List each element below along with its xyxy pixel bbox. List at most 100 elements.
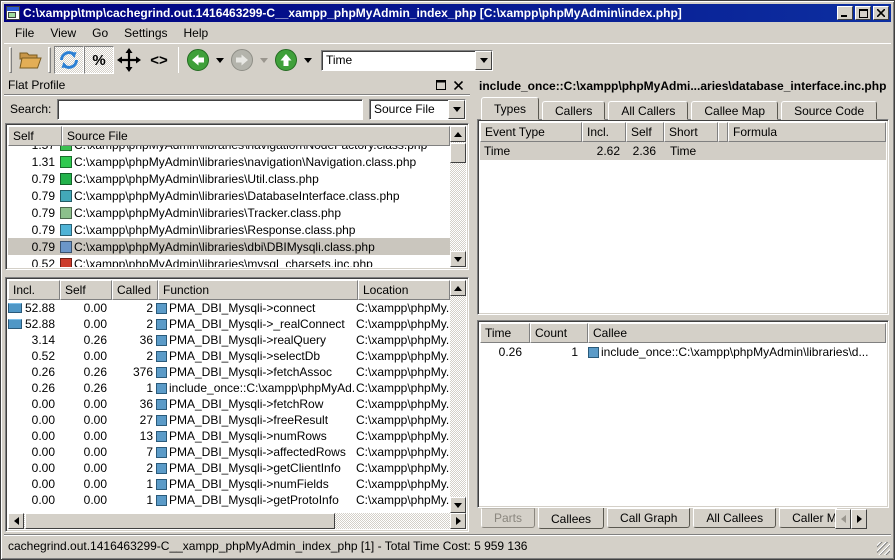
self-value: 0.26 [58,365,110,379]
tab-callee-map[interactable]: Callee Map [691,101,778,120]
column-header-self[interactable]: Self [626,122,664,142]
up-dropdown-icon[interactable] [304,58,312,63]
close-dock-button[interactable] [451,78,466,92]
function-row[interactable]: 0.000.0036PMA_DBI_Mysqli->fetchRowC:\xam… [8,396,450,412]
function-row[interactable]: 0.260.261include_once::C:\xampp\phpMyAd.… [8,380,450,396]
column-header-count[interactable]: Count [530,323,588,343]
toolbar-grip[interactable] [9,47,12,73]
menu-help[interactable]: Help [177,24,216,42]
forward-button[interactable] [227,46,257,74]
column-header-function[interactable]: Function [158,280,358,300]
source-file-row[interactable]: 1.31C:\xampp\phpMyAdmin\libraries\naviga… [8,153,450,170]
column-header-callee[interactable]: Callee [588,323,886,343]
column-header-time[interactable]: Time [480,323,530,343]
search-row: Search: Source File [4,95,470,123]
callee-row[interactable]: 0.261include_once::C:\xampp\phpMyAdmin\l… [480,343,886,361]
close-button[interactable] [873,6,889,20]
source-file-row[interactable]: 0.52C:\xampp\phpMyAdmin\libraries\mysql_… [8,255,450,267]
open-file-button[interactable] [15,46,45,74]
scroll-left-button[interactable] [8,513,24,529]
maximize-button[interactable] [855,6,871,20]
back-button[interactable] [183,46,213,74]
column-header-event-type[interactable]: Event Type [480,122,582,142]
function-icon [156,351,167,362]
resize-grip-icon[interactable] [877,542,890,555]
function-row[interactable]: 0.260.26376PMA_DBI_Mysqli->fetchAssocC:\… [8,364,450,380]
scroll-thumb[interactable] [25,513,335,529]
function-row[interactable]: 52.880.002PMA_DBI_Mysqli->_realConnectC:… [8,316,450,332]
float-dock-button[interactable] [433,78,448,92]
scroll-up-button[interactable] [450,280,466,296]
title-bar[interactable]: C:\xampp\tmp\cachegrind.out.1416463299-C… [4,4,891,22]
functions-hscrollbar[interactable] [8,513,466,529]
tabs-scroll-left-button [835,509,851,529]
column-header-short[interactable]: Short [664,122,718,142]
self-value: 2.36 [624,144,660,158]
column-header-formula[interactable]: Formula [728,122,886,142]
tabs-scroll-right-button[interactable] [851,509,867,529]
menu-view[interactable]: View [43,24,83,42]
function-row[interactable]: 52.880.002PMA_DBI_Mysqli->connectC:\xamp… [8,300,450,316]
minimize-button[interactable] [837,6,853,20]
percent-toggle-button[interactable]: % [84,46,114,74]
grouping-combobox[interactable]: Source File [369,99,466,120]
function-row[interactable]: 0.000.001PMA_DBI_Mysqli->getProtoInfoC:\… [8,492,450,508]
scroll-down-button[interactable] [450,497,466,513]
up-button[interactable] [271,46,301,74]
function-row[interactable]: 0.000.007PMA_DBI_Mysqli->affectedRowsC:\… [8,444,450,460]
flat-profile-title: Flat Profile [8,78,430,92]
cycle-detection-button[interactable]: <> [144,46,174,74]
column-header-self[interactable]: Self [60,280,112,300]
tab-source-code[interactable]: Source Code [781,101,877,120]
source-file-row[interactable]: 1.57C:\xampp\phpMyAdmin\libraries\naviga… [8,146,450,153]
function-row[interactable]: 0.000.002PMA_DBI_Mysqli->getClientInfoC:… [8,460,450,476]
source-file-row[interactable]: 0.79C:\xampp\phpMyAdmin\libraries\Respon… [8,221,450,238]
scroll-up-button[interactable] [450,126,466,142]
function-name: include_once::C:\xampp\phpMyAd... [156,381,356,395]
event-type-combobox[interactable]: Time [321,50,493,71]
column-header-self[interactable]: Self [8,126,62,146]
source-file-row[interactable]: 0.79C:\xampp\phpMyAdmin\libraries\Databa… [8,187,450,204]
function-icon [156,303,167,314]
toolbar-grip-2[interactable] [48,47,51,73]
source-file-path: C:\xampp\phpMyAdmin\libraries\Response.c… [74,223,355,237]
horizontal-splitter[interactable] [4,270,470,277]
function-row[interactable]: 0.000.0027PMA_DBI_Mysqli->freeResultC:\x… [8,412,450,428]
grouping-dropdown-button[interactable] [448,100,465,119]
function-row[interactable]: 0.000.001PMA_DBI_Mysqli->numFieldsC:\xam… [8,476,450,492]
functions-vscrollbar[interactable] [450,280,466,513]
tab-callees[interactable]: Callees [538,508,604,529]
menu-file[interactable]: File [8,24,41,42]
tab-all-callers[interactable]: All Callers [608,101,688,120]
tab-call-graph[interactable]: Call Graph [607,508,690,528]
source-file-row[interactable]: 0.79C:\xampp\phpMyAdmin\libraries\dbi\DB… [8,238,450,255]
column-header-incl[interactable]: Incl. [582,122,626,142]
function-row[interactable]: 3.140.2636PMA_DBI_Mysqli->realQueryC:\xa… [8,332,450,348]
source-files-vscrollbar[interactable] [450,126,466,267]
tab-caller-map[interactable]: Caller Map [779,508,837,528]
source-file-row[interactable]: 0.79C:\xampp\phpMyAdmin\libraries\Util.c… [8,170,450,187]
tab-all-callees[interactable]: All Callees [693,508,776,528]
scroll-right-button[interactable] [450,513,466,529]
back-dropdown-icon[interactable] [216,58,224,63]
expand-button[interactable] [114,46,144,74]
column-header-location[interactable]: Location [358,280,450,300]
scroll-thumb[interactable] [450,143,466,163]
tab-callers[interactable]: Callers [542,101,605,120]
menu-go[interactable]: Go [85,24,115,42]
source-file-row[interactable]: 0.79C:\xampp\phpMyAdmin\libraries\Tracke… [8,204,450,221]
function-row[interactable]: 0.520.002PMA_DBI_Mysqli->selectDbC:\xamp… [8,348,450,364]
function-row[interactable]: 0.000.0013PMA_DBI_Mysqli->numRowsC:\xamp… [8,428,450,444]
tab-types[interactable]: Types [481,97,539,120]
column-header-incl[interactable]: Incl. [8,280,60,300]
reload-toggle-button[interactable] [54,46,84,74]
source-files-body: 1.57C:\xampp\phpMyAdmin\libraries\naviga… [8,146,450,267]
scroll-down-button[interactable] [450,251,466,267]
flat-profile-header[interactable]: Flat Profile [4,76,470,95]
column-header-called[interactable]: Called [112,280,158,300]
column-header-source-file[interactable]: Source File [62,126,450,146]
event-type-row[interactable]: Time2.622.36Time [480,142,886,160]
search-input[interactable] [57,99,363,120]
event-type-dropdown-button[interactable] [475,51,492,70]
menu-settings[interactable]: Settings [117,24,174,42]
